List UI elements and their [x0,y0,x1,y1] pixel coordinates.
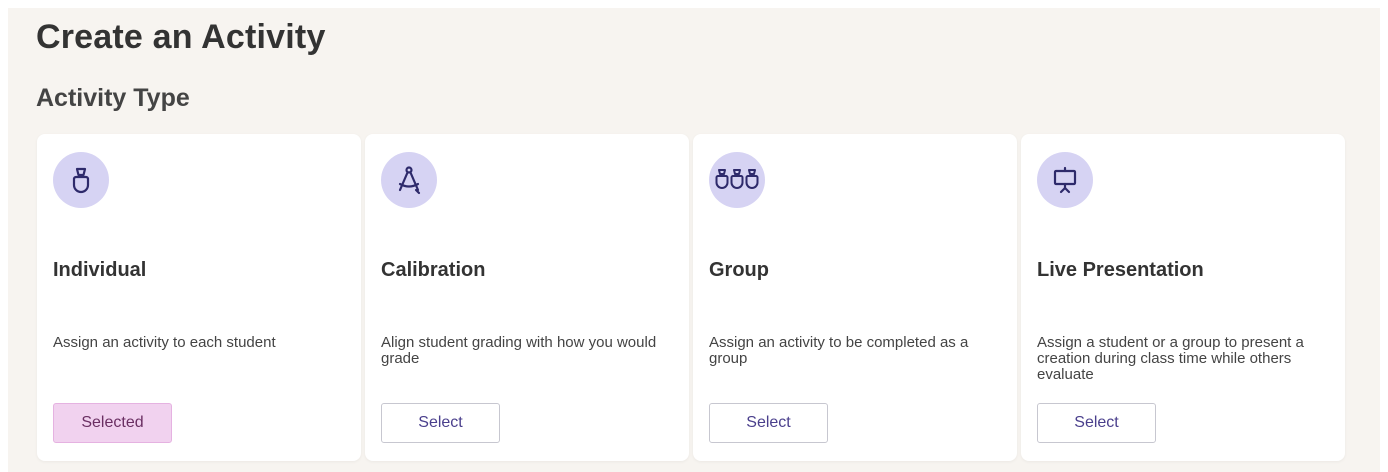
presentation-board-icon [1037,152,1093,208]
card-description: Align student grading with how you would… [381,334,657,367]
page-title: Create an Activity [36,18,326,56]
activity-card-group[interactable]: Group Assign an activity to be completed… [693,134,1017,461]
card-description: Assign an activity to each student [53,334,276,351]
card-description: Assign a student or a group to present a… [1037,334,1304,383]
group-icon [709,152,765,208]
card-description: Assign an activity to be completed as a … [709,334,969,367]
card-title: Calibration [381,259,486,281]
card-title: Group [709,259,769,281]
select-button-group[interactable]: Select [709,403,828,443]
activity-type-cards: Individual Assign an activity to each st… [37,134,1347,461]
person-icon [53,152,109,208]
activity-card-individual[interactable]: Individual Assign an activity to each st… [37,134,361,461]
compass-icon [381,152,437,208]
select-button-calibration[interactable]: Select [381,403,500,443]
activity-card-calibration[interactable]: Calibration Align student grading with h… [365,134,689,461]
select-button-live-presentation[interactable]: Select [1037,403,1156,443]
selected-button-individual[interactable]: Selected [53,403,172,443]
card-title: Live Presentation [1037,259,1204,281]
section-title-activity-type: Activity Type [36,84,190,112]
card-title: Individual [53,259,147,281]
activity-card-live-presentation[interactable]: Live Presentation Assign a student or a … [1021,134,1345,461]
